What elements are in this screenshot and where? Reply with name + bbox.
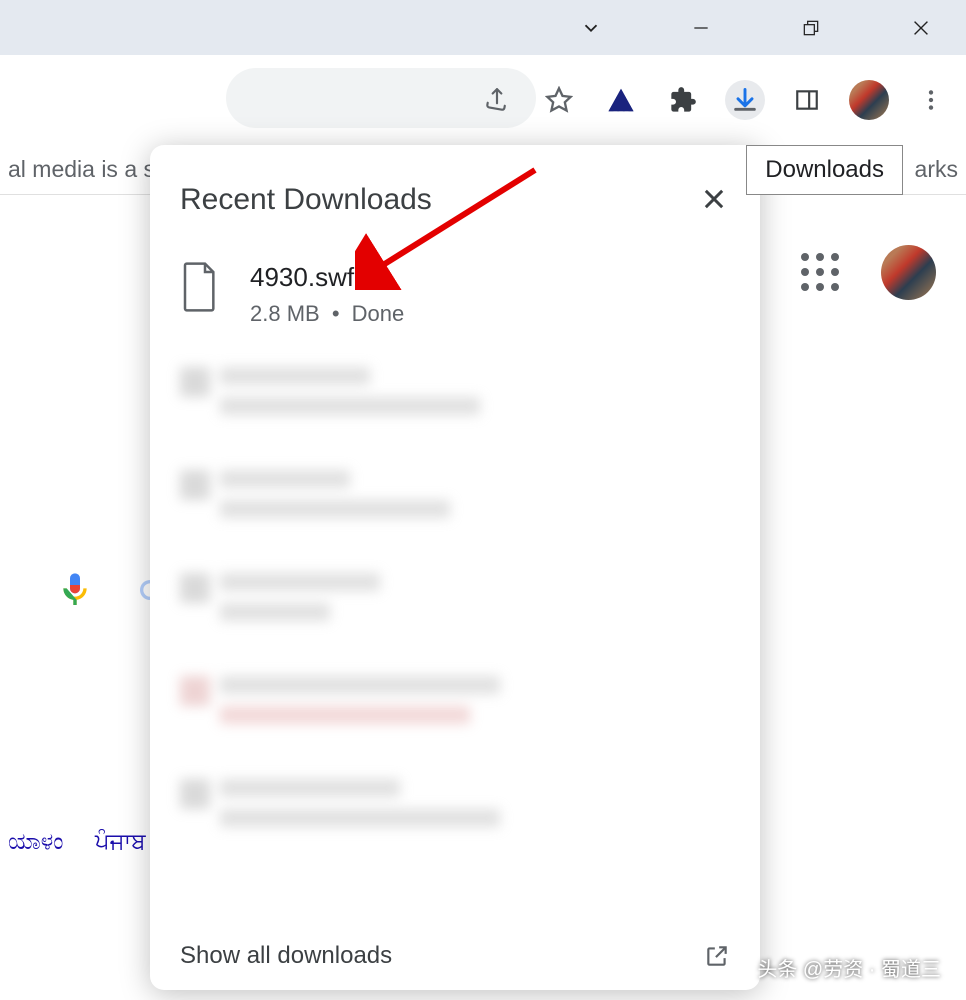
- lang-link-2[interactable]: ਪੰਜਾਬ: [95, 828, 146, 854]
- watermark-text: 头条 @劳资 · 蜀道三: [757, 953, 941, 982]
- blurred-download-item: [180, 367, 730, 415]
- close-icon: [700, 185, 728, 213]
- tab-dropdown-button[interactable]: [556, 0, 626, 55]
- sidepanel-icon: [794, 87, 820, 113]
- profile-avatar[interactable]: [849, 80, 889, 120]
- download-item[interactable]: 4930.swf 2.8 MB • Done: [180, 262, 730, 327]
- language-links: ಯಾಳಂ ਪੰਜਾਬ: [8, 828, 171, 855]
- minimize-icon: [691, 18, 711, 38]
- download-icon: [731, 86, 759, 114]
- chevron-down-icon: [580, 17, 602, 39]
- share-button[interactable]: [477, 80, 517, 120]
- window-titlebar: [0, 0, 966, 55]
- bookmark-fragment-right[interactable]: arks: [915, 156, 958, 183]
- show-all-downloads-link[interactable]: Show all downloads: [180, 942, 392, 970]
- blurred-download-item: [180, 676, 730, 724]
- maximize-icon: [801, 18, 821, 38]
- voice-search-icon[interactable]: [55, 570, 95, 610]
- popup-title: Recent Downloads: [180, 183, 432, 217]
- sidepanel-button[interactable]: [787, 80, 827, 120]
- blurred-download-item: [180, 779, 730, 827]
- account-avatar[interactable]: [881, 245, 936, 300]
- browser-menu-button[interactable]: [911, 80, 951, 120]
- share-icon: [484, 87, 510, 113]
- close-icon: [910, 17, 932, 39]
- blurred-download-item: [180, 573, 730, 621]
- open-external-icon[interactable]: [704, 943, 730, 969]
- kebab-menu-icon: [918, 87, 944, 113]
- extensions-button[interactable]: [663, 80, 703, 120]
- maximize-button[interactable]: [776, 0, 846, 55]
- downloads-button[interactable]: [725, 80, 765, 120]
- file-icon: [180, 262, 220, 312]
- close-window-button[interactable]: [886, 0, 956, 55]
- blurred-download-item: [180, 470, 730, 518]
- downloads-popup: Recent Downloads 4930.swf 2.8 MB • Done: [150, 145, 760, 990]
- minimize-button[interactable]: [666, 0, 736, 55]
- download-meta: 2.8 MB • Done: [250, 301, 404, 327]
- bookmark-star-button[interactable]: [539, 80, 579, 120]
- download-filename: 4930.swf: [250, 262, 404, 293]
- puzzle-piece-icon: [669, 86, 697, 114]
- extension-triangle-button[interactable]: [601, 80, 641, 120]
- triangle-logo-icon: [606, 85, 636, 115]
- star-icon: [545, 86, 573, 114]
- downloads-tooltip: Downloads: [746, 145, 903, 195]
- popup-close-button[interactable]: [700, 185, 730, 215]
- lang-link-1[interactable]: ಯಾಳಂ: [8, 828, 63, 854]
- google-apps-button[interactable]: [801, 253, 841, 293]
